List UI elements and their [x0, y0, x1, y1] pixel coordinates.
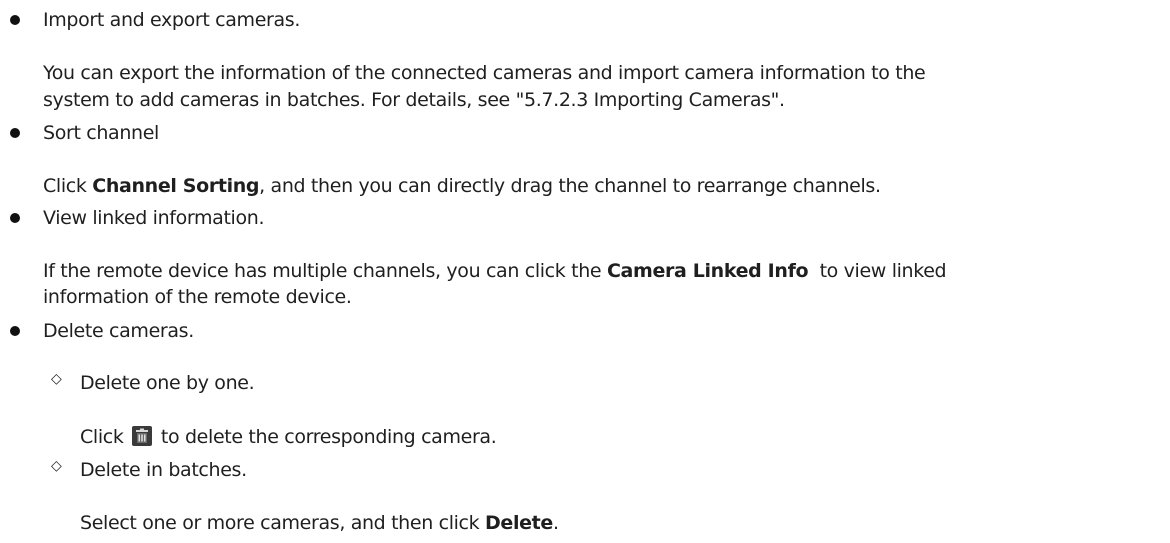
item-body-line-2: system to add cameras in batches. For de…	[43, 89, 785, 111]
bullet-2	[10, 128, 20, 138]
item-body-sort-channel: Click Channel Sorting, and then you can …	[43, 175, 881, 197]
subitem-body-delete-batches: Select one or more cameras, and then cli…	[80, 512, 559, 534]
item-body-view-linked-2: information of the remote device.	[43, 286, 352, 308]
subitem-title-delete-batches: Delete in batches.	[80, 459, 247, 481]
bullet-3	[10, 213, 20, 223]
camera-linked-info-label: Camera Linked Info	[606, 260, 809, 282]
bullet-1	[10, 15, 20, 25]
delete-label: Delete	[485, 512, 553, 534]
item-body-view-linked-1: If the remote device has multiple channe…	[43, 260, 947, 282]
item-title-sort-channel: Sort channel	[43, 122, 159, 144]
diamond-bullet-1: ◇	[51, 371, 62, 387]
subitem-title-delete-one: Delete one by one.	[80, 372, 255, 394]
channel-sorting-label: Channel Sorting	[92, 175, 260, 197]
item-body-line-1: You can export the information of the co…	[43, 62, 926, 84]
subitem-body-delete-one: Click to delete the corresponding camera…	[80, 426, 497, 448]
item-title-view-linked: View linked information.	[43, 207, 265, 229]
trash-icon	[132, 426, 153, 446]
item-title-delete-cameras: Delete cameras.	[43, 320, 194, 342]
diamond-bullet-2: ◇	[51, 458, 62, 474]
bullet-4	[10, 326, 20, 336]
item-title-import-export: Import and export cameras.	[43, 9, 301, 31]
